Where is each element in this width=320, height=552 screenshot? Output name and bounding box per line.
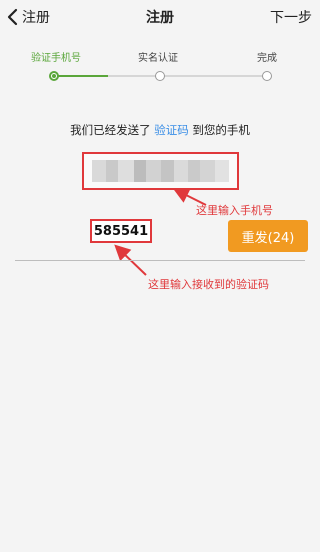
verification-code-input[interactable]: 585541	[90, 219, 152, 243]
phone-number-field[interactable]	[82, 152, 239, 190]
verification-code-link[interactable]: 验证码	[154, 123, 189, 137]
stepper-labels: 验证手机号 实名认证 完成	[0, 49, 320, 64]
next-step-button[interactable]: 下一步	[270, 7, 312, 27]
sent-message: 我们已经发送了 验证码 到您的手机	[0, 122, 320, 138]
code-input-underline	[15, 260, 305, 261]
code-hint-annotation: 这里输入接收到的验证码	[148, 278, 269, 291]
code-hint-arrow	[114, 244, 147, 276]
step-dot-complete	[262, 71, 272, 81]
phone-hint-annotation: 这里输入手机号	[196, 204, 273, 217]
navigation-bar: 注册 注册 下一步	[0, 0, 320, 34]
step-label-verify-phone: 验证手机号	[31, 53, 81, 64]
phone-number-obscured	[92, 160, 229, 182]
step-dot-verify-phone	[49, 71, 59, 81]
sent-message-prefix: 我们已经发送了	[70, 123, 155, 137]
sent-message-suffix: 到您的手机	[188, 123, 250, 137]
resend-button[interactable]: 重发(24)	[228, 220, 308, 252]
register-screen: 注册 注册 下一步 验证手机号 实名认证 完成 我们已经发送了 验证码 到您的手…	[0, 0, 320, 552]
step-label-real-name: 实名认证	[138, 53, 178, 64]
stepper-progress	[54, 75, 108, 77]
step-label-complete: 完成	[257, 53, 277, 64]
step-dot-real-name	[155, 71, 165, 81]
